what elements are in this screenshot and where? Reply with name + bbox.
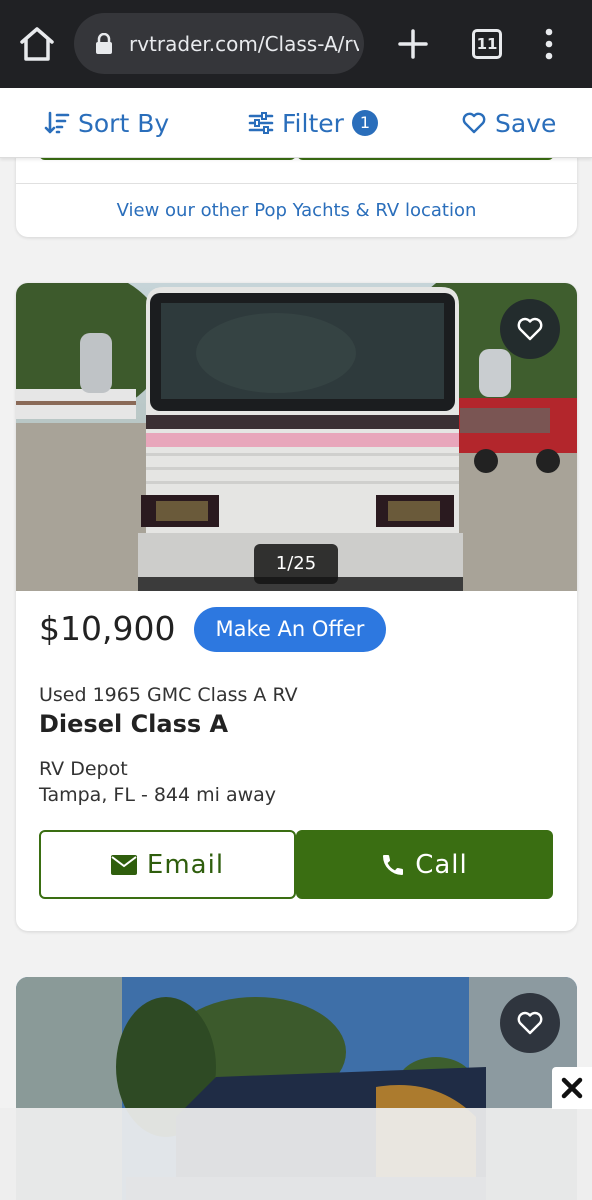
photo-counter: 1/25: [254, 544, 338, 584]
make-offer-button[interactable]: Make An Offer: [194, 607, 386, 652]
sort-by-button[interactable]: Sort By: [44, 88, 169, 158]
listing-location: Tampa, FL - 844 mi away: [39, 784, 277, 806]
save-search-button[interactable]: Save: [461, 88, 556, 158]
next-favorite-button[interactable]: [500, 993, 560, 1053]
call-label: Call: [415, 849, 468, 880]
results-toolbar: Sort By Filter 1 Save: [0, 88, 592, 158]
more-vert-icon[interactable]: [538, 26, 560, 62]
call-button[interactable]: Call: [296, 830, 553, 899]
divider: [16, 183, 577, 184]
close-ad-button[interactable]: [552, 1067, 592, 1109]
sort-icon: [44, 111, 70, 134]
listing-title[interactable]: Diesel Class A: [39, 710, 228, 738]
listing-subtitle: Used 1965 GMC Class A RV: [39, 684, 298, 706]
plus-icon[interactable]: [395, 26, 431, 62]
listing-card[interactable]: 1/25 $10,900 Make An Offer Used 1965 GMC…: [16, 283, 577, 931]
close-icon: [561, 1077, 583, 1099]
heart-outline-icon: [462, 112, 486, 134]
sort-by-label: Sort By: [78, 108, 170, 138]
phone-icon: [383, 854, 404, 875]
url-text[interactable]: rvtrader.com/Class-A/rvs-for-sale: [129, 30, 359, 58]
heart-outline-icon: [517, 317, 543, 341]
ad-banner[interactable]: [0, 1108, 592, 1200]
favorite-button[interactable]: [500, 299, 560, 359]
other-location-link[interactable]: View our other Pop Yachts & RV location: [16, 200, 577, 221]
tab-switcher-icon[interactable]: 11: [472, 29, 502, 59]
tab-count: 11: [476, 35, 498, 53]
dealer-name: RV Depot: [39, 758, 128, 780]
email-label: Email: [146, 849, 225, 880]
filter-label: Filter: [282, 108, 344, 138]
sliders-icon: [248, 112, 274, 134]
home-icon[interactable]: [18, 24, 56, 64]
lock-icon: [96, 33, 112, 54]
filter-button[interactable]: Filter 1: [248, 88, 378, 158]
email-button[interactable]: Email: [39, 830, 296, 899]
envelope-icon: [110, 854, 137, 875]
browser-chrome: rvtrader.com/Class-A/rvs-for-sale 11: [0, 0, 592, 88]
filter-count-badge: 1: [351, 110, 378, 136]
address-bar[interactable]: rvtrader.com/Class-A/rvs-for-sale: [74, 13, 364, 74]
listing-photo[interactable]: 1/25: [16, 283, 577, 591]
heart-outline-icon: [517, 1011, 543, 1035]
save-label: Save: [495, 108, 557, 138]
listing-price: $10,900: [39, 609, 176, 648]
